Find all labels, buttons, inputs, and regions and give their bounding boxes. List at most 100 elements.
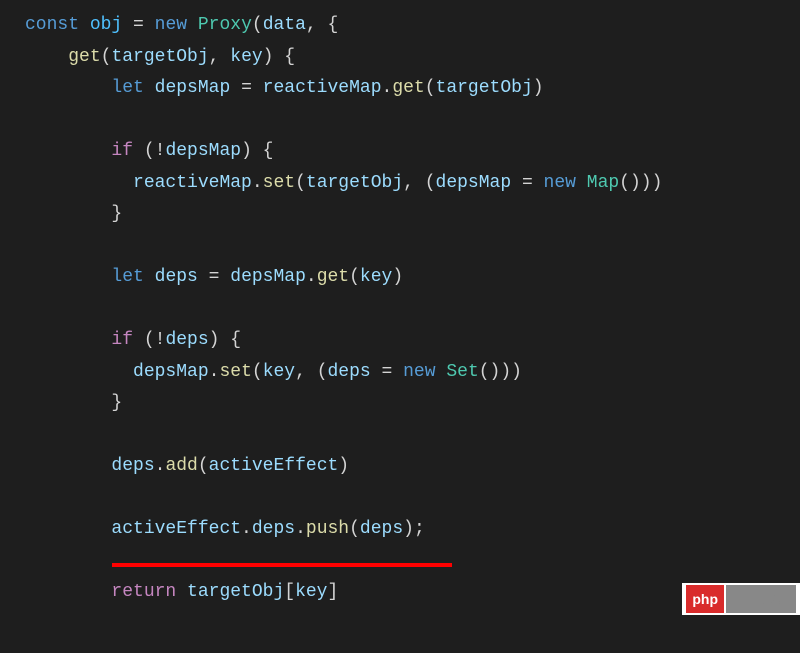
punct: ()))	[619, 173, 662, 193]
code-line: let depsMap = reactiveMap.get(targetObj)	[25, 73, 800, 105]
var-deps: deps	[360, 519, 403, 539]
brace-close: }	[111, 393, 122, 413]
punct: (!	[133, 141, 165, 161]
code-line: }	[25, 388, 800, 420]
punct: )	[533, 78, 544, 98]
keyword-if: if	[111, 330, 133, 350]
code-line: if (!deps) {	[25, 325, 800, 357]
class-map: Map	[587, 173, 619, 193]
var-targetObj: targetObj	[306, 173, 403, 193]
param-key: key	[230, 47, 262, 67]
method-get: get	[392, 78, 424, 98]
punct: (	[349, 267, 360, 287]
code-line: deps.add(activeEffect)	[25, 451, 800, 483]
punct: , (	[403, 173, 435, 193]
param-targetObj: targetObj	[111, 47, 208, 67]
punct: (	[252, 362, 263, 382]
var-key: key	[263, 362, 295, 382]
var-reactiveMap: reactiveMap	[133, 173, 252, 193]
watermark: php 中文网	[682, 583, 800, 616]
punct: (	[252, 15, 263, 35]
code-line: reactiveMap.set(targetObj, (depsMap = ne…	[25, 168, 800, 200]
punct: (	[101, 47, 112, 67]
punct: .	[209, 362, 220, 382]
operator: =	[122, 15, 154, 35]
punct: (	[349, 519, 360, 539]
method-add: add	[165, 456, 197, 476]
code-line-empty	[25, 483, 800, 515]
brace-close: }	[111, 204, 122, 224]
var-deps: deps	[328, 362, 371, 382]
code-line: activeEffect.deps.push(deps);	[25, 514, 800, 546]
punct: ,	[209, 47, 231, 67]
operator: =	[230, 78, 262, 98]
keyword-if: if	[111, 141, 133, 161]
punct: ) {	[209, 330, 241, 350]
var-depsMap: depsMap	[436, 173, 512, 193]
var-depsMap: depsMap	[133, 362, 209, 382]
code-line-empty	[25, 105, 800, 137]
operator: =	[371, 362, 403, 382]
punct: .	[252, 173, 263, 193]
var-data: data	[263, 15, 306, 35]
var-activeEffect: activeEffect	[111, 519, 241, 539]
punct: ()))	[479, 362, 522, 382]
code-line: depsMap.set(key, (deps = new Set()))	[25, 357, 800, 389]
punct: .	[306, 267, 317, 287]
var-targetObj: targetObj	[436, 78, 533, 98]
keyword-return: return	[111, 582, 176, 602]
code-line: get(targetObj, key) {	[25, 42, 800, 74]
code-line: if (!depsMap) {	[25, 136, 800, 168]
code-line-empty	[25, 294, 800, 326]
prop-deps: deps	[252, 519, 295, 539]
punct: ) {	[263, 47, 295, 67]
punct: (!	[133, 330, 165, 350]
var-key: key	[295, 582, 327, 602]
keyword-let: let	[111, 267, 143, 287]
method-get: get	[317, 267, 349, 287]
operator: =	[511, 173, 543, 193]
code-line-empty	[25, 420, 800, 452]
code-line-empty	[25, 231, 800, 263]
var-deps: deps	[155, 267, 198, 287]
keyword-new: new	[544, 173, 576, 193]
keyword-new: new	[403, 362, 435, 382]
punct: , (	[295, 362, 327, 382]
code-line: }	[25, 199, 800, 231]
punct: .	[295, 519, 306, 539]
punct: .	[382, 78, 393, 98]
punct: )	[392, 267, 403, 287]
operator: =	[198, 267, 230, 287]
keyword-let: let	[111, 78, 143, 98]
var-targetObj: targetObj	[187, 582, 284, 602]
highlight-underline	[112, 563, 452, 567]
method-set: set	[219, 362, 251, 382]
var-obj: obj	[90, 15, 122, 35]
method-push: push	[306, 519, 349, 539]
var-key: key	[360, 267, 392, 287]
var-deps: deps	[165, 330, 208, 350]
var-activeEffect: activeEffect	[209, 456, 339, 476]
code-line: let deps = depsMap.get(key)	[25, 262, 800, 294]
class-proxy: Proxy	[198, 15, 252, 35]
punct: )	[338, 456, 349, 476]
punct: [	[284, 582, 295, 602]
var-depsMap: depsMap	[230, 267, 306, 287]
watermark-brand: php	[686, 585, 724, 614]
punct: .	[155, 456, 166, 476]
code-line-empty	[25, 546, 800, 578]
punct: ) {	[241, 141, 273, 161]
code-editor: const obj = new Proxy(data, { get(target…	[25, 10, 800, 609]
punct: (	[198, 456, 209, 476]
var-depsMap: depsMap	[155, 78, 231, 98]
keyword-const: const	[25, 15, 79, 35]
punct: (	[295, 173, 306, 193]
method-get: get	[68, 47, 100, 67]
method-set: set	[263, 173, 295, 193]
var-depsMap: depsMap	[165, 141, 241, 161]
punct: );	[403, 519, 425, 539]
punct: (	[425, 78, 436, 98]
code-line: const obj = new Proxy(data, {	[25, 10, 800, 42]
watermark-cn: 中文网	[726, 585, 796, 614]
keyword-new: new	[155, 15, 187, 35]
